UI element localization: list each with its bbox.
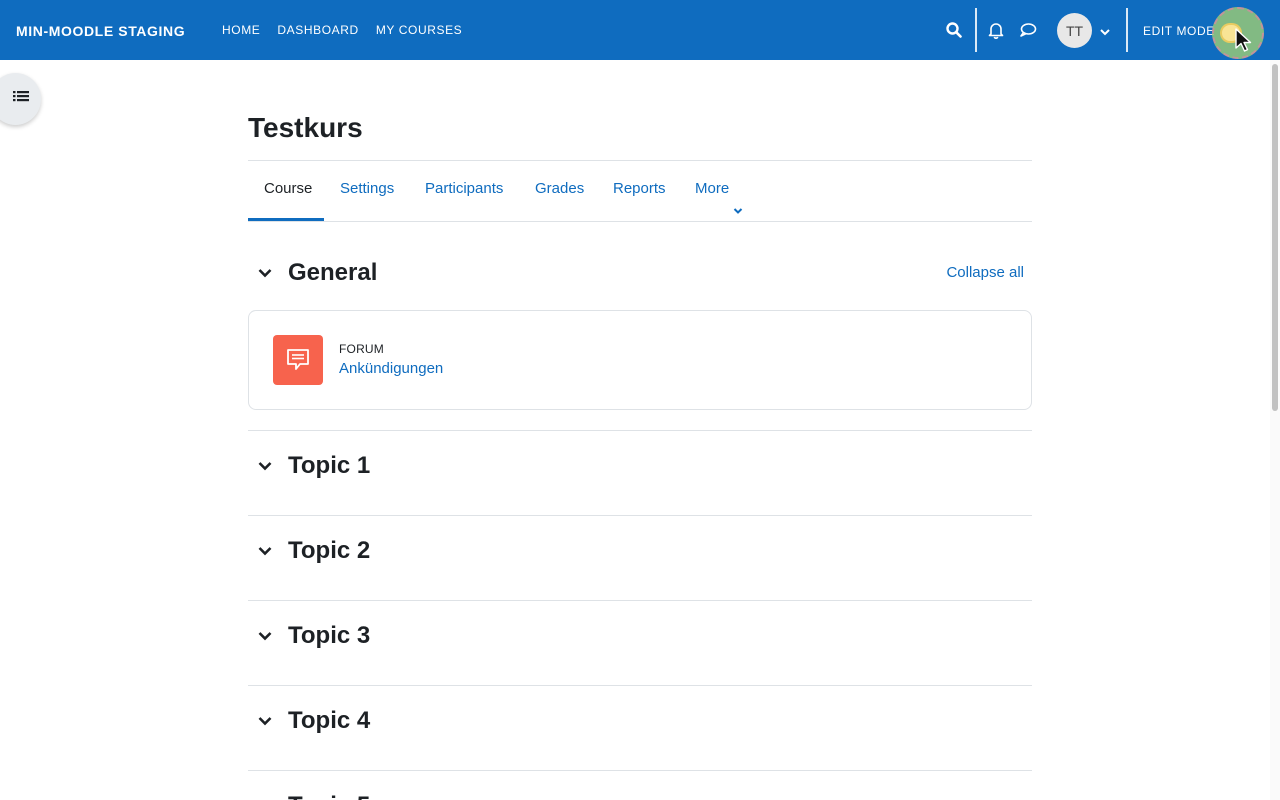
chevron-down-icon[interactable] [257, 265, 273, 281]
section-general-header: General Collapse all [248, 253, 1032, 293]
navbar-divider [975, 8, 977, 52]
section-title[interactable]: Topic 4 [288, 701, 370, 741]
nav-home[interactable]: HOME [222, 0, 260, 61]
section-title[interactable]: Topic 2 [288, 531, 370, 571]
search-icon[interactable] [944, 20, 964, 40]
section-topic-4-header: Topic 4 [248, 701, 1032, 741]
message-icon[interactable] [1018, 20, 1038, 40]
user-avatar[interactable]: TT [1057, 13, 1092, 48]
tab-participants[interactable]: Participants [425, 161, 503, 221]
page-title: Testkurs [248, 112, 363, 143]
edit-mode-label: EDIT MODE [1143, 24, 1215, 38]
section-topic-1-header: Topic 1 [248, 446, 1032, 486]
section-title[interactable]: Topic 3 [288, 616, 370, 656]
forum-icon[interactable] [273, 335, 323, 385]
chevron-down-icon[interactable] [257, 458, 273, 474]
course-index-toggle[interactable] [0, 73, 41, 125]
collapse-all-link[interactable]: Collapse all [946, 253, 1024, 293]
navbar-divider [1126, 8, 1128, 52]
course-secondary-nav: Course Settings Participants Grades Repo… [248, 161, 1032, 222]
section-title[interactable]: Topic 1 [288, 446, 370, 486]
activity-type-label: FORUM [339, 342, 384, 356]
section-divider [248, 600, 1032, 601]
tab-more[interactable]: More [695, 161, 743, 221]
mouse-cursor-icon [1234, 28, 1254, 54]
top-navbar: MIN-MOODLE STAGING HOME DASHBOARD MY COU… [0, 0, 1280, 60]
section-divider [248, 770, 1032, 771]
bell-icon[interactable] [986, 20, 1006, 40]
nav-dashboard[interactable]: DASHBOARD [277, 0, 358, 61]
site-name[interactable]: MIN-MOODLE STAGING [16, 0, 185, 60]
active-tab-indicator [248, 218, 324, 221]
tab-course[interactable]: Course [264, 161, 312, 221]
section-title[interactable]: Topic 5 [288, 786, 370, 800]
activity-card-forum: FORUM Ankündigungen [248, 310, 1032, 410]
chevron-down-icon[interactable] [257, 543, 273, 559]
course-index-icon [12, 90, 29, 109]
tab-settings[interactable]: Settings [340, 161, 394, 221]
tab-grades[interactable]: Grades [535, 161, 584, 221]
tab-more-label: More [695, 180, 730, 197]
chevron-down-icon[interactable] [257, 628, 273, 644]
section-topic-2-header: Topic 2 [248, 531, 1032, 571]
chevron-down-icon [733, 184, 743, 214]
chevron-down-icon[interactable] [257, 713, 273, 729]
section-topic-3-header: Topic 3 [248, 616, 1032, 656]
chevron-down-icon[interactable] [1099, 25, 1111, 37]
section-divider [248, 685, 1032, 686]
section-title[interactable]: General [288, 253, 377, 293]
section-divider [248, 515, 1032, 516]
tab-reports[interactable]: Reports [613, 161, 666, 221]
section-topic-5-header: Topic 5 [248, 786, 1032, 800]
nav-my-courses[interactable]: MY COURSES [376, 0, 462, 61]
activity-link[interactable]: Ankündigungen [339, 360, 443, 377]
primary-navigation: HOME DASHBOARD MY COURSES [222, 0, 462, 60]
section-divider [248, 430, 1032, 431]
scrollbar-thumb[interactable] [1272, 64, 1278, 411]
